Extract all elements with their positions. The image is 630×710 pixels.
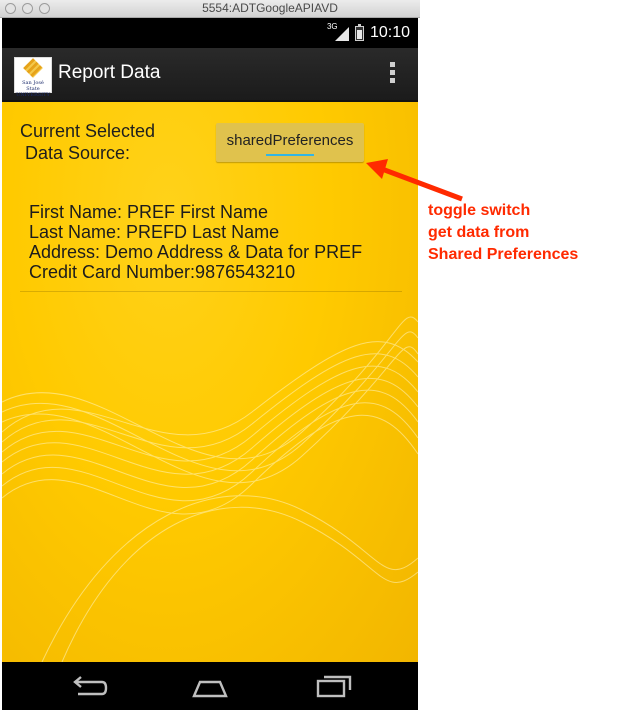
home-icon[interactable] bbox=[188, 672, 232, 700]
credit-card-text: Credit Card Number:9876543210 bbox=[29, 262, 296, 282]
signal-icon: 3G bbox=[326, 22, 349, 41]
toggle-label: sharedPreferences bbox=[226, 132, 354, 149]
battery-icon bbox=[354, 23, 364, 41]
recent-apps-icon[interactable] bbox=[312, 672, 356, 700]
last-name-text: Last Name: PREFD Last Name bbox=[29, 222, 280, 242]
annotation-line3: Shared Preferences bbox=[428, 246, 579, 263]
annotation-text: toggle switch get data from Shared Prefe… bbox=[428, 200, 578, 266]
app-title: Report Data bbox=[58, 62, 161, 83]
zoom-window-button[interactable] bbox=[39, 3, 50, 14]
address-text: Address: Demo Address & Data for PREF bbox=[29, 242, 363, 262]
navigation-bar bbox=[2, 662, 418, 710]
emulator-screen: 3G 10:10 San José State UNIVERSITY Repor… bbox=[2, 18, 418, 710]
data-source-label: Current Selected Data Source: bbox=[20, 120, 155, 164]
status-time: 10:10 bbox=[369, 24, 410, 41]
minimize-window-button[interactable] bbox=[22, 3, 33, 14]
close-window-button[interactable] bbox=[5, 3, 16, 14]
back-icon[interactable] bbox=[66, 672, 110, 700]
status-bar: 3G 10:10 bbox=[2, 18, 418, 48]
data-source-label-line2: Data Source: bbox=[25, 143, 131, 163]
network-type: 3G bbox=[326, 22, 338, 31]
annotation-line1: toggle switch bbox=[428, 202, 531, 219]
data-source-label-line1: Current Selected bbox=[20, 121, 156, 141]
logo-text: San José State UNIVERSITY bbox=[16, 80, 50, 98]
overflow-menu-icon[interactable] bbox=[390, 62, 396, 86]
report-details: First Name: PREF First Name Last Name: P… bbox=[29, 202, 362, 282]
first-name-text: First Name: PREF First Name bbox=[29, 202, 269, 222]
app-logo: San José State UNIVERSITY bbox=[14, 57, 52, 98]
action-bar: San José State UNIVERSITY Report Data bbox=[2, 48, 418, 102]
wave-background bbox=[2, 316, 418, 662]
data-source-toggle-button[interactable]: sharedPreferences bbox=[216, 123, 364, 162]
divider bbox=[20, 291, 402, 292]
main-content: Current Selected Data Source: sharedPref… bbox=[2, 102, 418, 662]
window-title: 5554:ADTGoogleAPIAVD bbox=[202, 1, 338, 15]
annotation-line2: get data from bbox=[428, 224, 530, 241]
toggle-indicator bbox=[266, 154, 314, 156]
window-titlebar: 5554:ADTGoogleAPIAVD bbox=[0, 0, 420, 18]
annotation-arrow-icon bbox=[366, 159, 463, 202]
